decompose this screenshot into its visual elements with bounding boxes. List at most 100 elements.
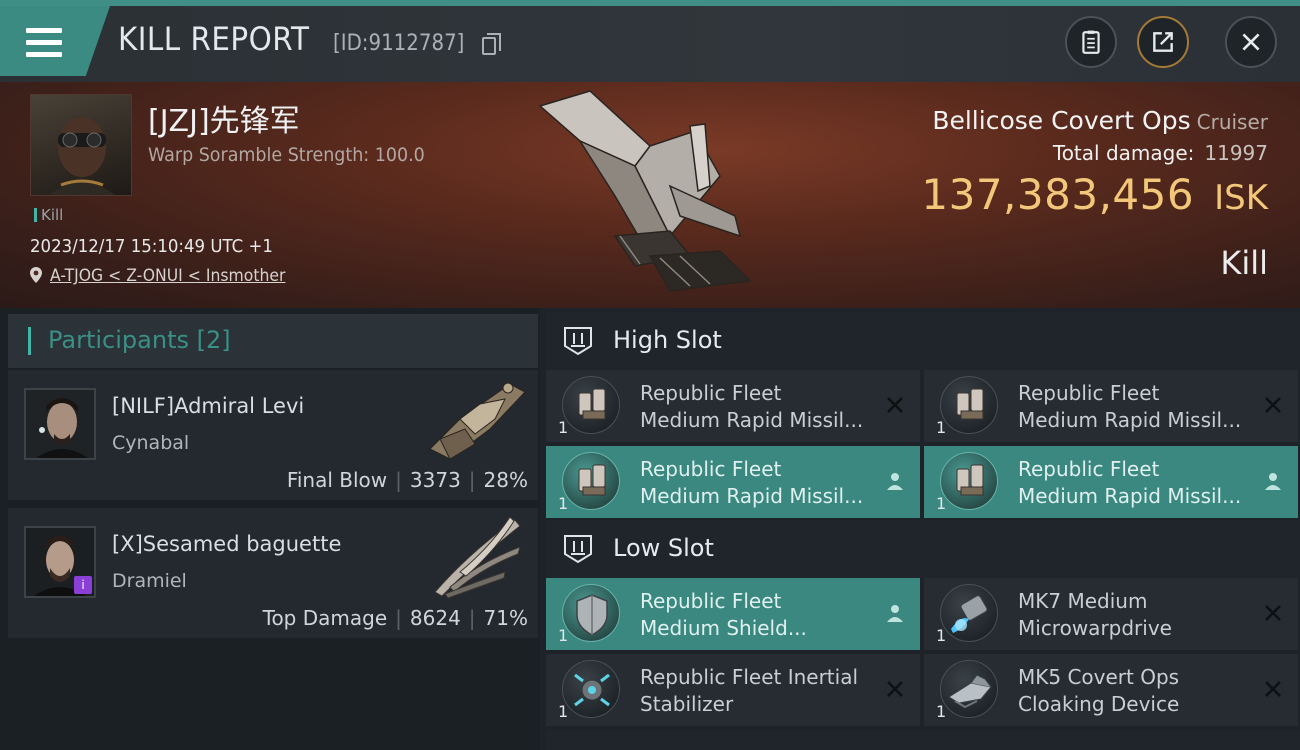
module-item[interactable]: 1 MK7 Medium Microwarpdrive xyxy=(924,578,1298,650)
participant-role: Final Blow xyxy=(286,468,388,492)
module-item[interactable]: 1 Republic Fleet Medium Shield... xyxy=(546,578,920,650)
share-button[interactable] xyxy=(1137,16,1189,68)
module-quantity: 1 xyxy=(558,418,569,437)
module-quantity: 1 xyxy=(936,702,947,721)
module-name-line2: Medium Rapid Missil... xyxy=(640,484,864,508)
low-slot-label: Low Slot xyxy=(613,534,714,562)
victim-name[interactable]: [JZJ]先锋军 xyxy=(148,96,300,140)
participant-stats: Top Damage | 8624 | 71% xyxy=(262,606,528,630)
participant-stats: Final Blow | 3373 | 28% xyxy=(286,468,528,492)
module-item[interactable]: 1 MK5 Covert Ops Cloaking Device xyxy=(924,654,1298,726)
isk-value: 137,383,456 ISK xyxy=(921,170,1268,219)
destroyed-icon xyxy=(887,397,903,413)
participants-header[interactable]: Participants [2] xyxy=(8,314,538,368)
module-name-line2: Medium Shield... xyxy=(640,616,807,640)
inertial-stabilizer-icon xyxy=(562,660,620,718)
low-slot-icon xyxy=(564,535,592,564)
page-title: KILL REPORT xyxy=(118,20,310,58)
next-slot-header-peek xyxy=(546,730,1300,750)
warp-scramble-strength: Warp Soramble Strength: 100.0 xyxy=(148,144,425,166)
clipboard-icon xyxy=(1082,30,1100,54)
participant-ship: Cynabal xyxy=(112,432,190,454)
module-name: Republic Fleet Medium Rapid Missil... xyxy=(640,456,870,510)
module-item[interactable]: 1 Republic Fleet Medium Rapid Missil... xyxy=(546,370,920,442)
total-damage: Total damage: 11997 xyxy=(1053,141,1268,165)
dropped-person-icon xyxy=(887,473,903,490)
dropped-person-icon xyxy=(1265,473,1281,490)
high-slot-label: High Slot xyxy=(613,326,722,354)
missile-launcher-icon xyxy=(562,452,620,510)
close-icon xyxy=(1242,33,1260,51)
participant-percent: 28% xyxy=(483,468,528,492)
share-icon xyxy=(1153,32,1173,52)
participant-avatar[interactable]: i xyxy=(24,526,96,598)
kill-timestamp: 2023/12/17 15:10:49 UTC +1 xyxy=(30,236,273,257)
victim-ship-icon xyxy=(538,90,752,292)
destroyed-icon xyxy=(1265,397,1281,413)
module-quantity: 1 xyxy=(936,418,947,437)
module-name-line2: Medium Rapid Missil... xyxy=(1018,408,1242,432)
close-button[interactable] xyxy=(1225,16,1277,68)
participant-percent: 71% xyxy=(483,606,528,630)
module-quantity: 1 xyxy=(558,702,569,721)
module-name-line1: Republic Fleet xyxy=(640,381,782,405)
victim-ship-name[interactable]: Bellicose Covert Ops Cruiser xyxy=(932,106,1268,135)
kill-tag: Kill xyxy=(34,206,63,224)
module-name: Republic Fleet Medium Rapid Missil... xyxy=(640,380,870,434)
module-name-line1: Republic Fleet xyxy=(640,457,782,481)
location-text: A-TJOG < Z-ONUI < Insmother xyxy=(50,266,286,286)
module-name: Republic Fleet Medium Shield... xyxy=(640,588,870,642)
participant-ship: Dramiel xyxy=(112,570,187,592)
participant-damage: 3373 xyxy=(409,468,461,492)
module-quantity: 1 xyxy=(558,626,569,645)
participants-label: Participants [2] xyxy=(48,326,231,354)
module-name-line1: Republic Fleet xyxy=(640,589,782,613)
module-item[interactable]: 1 Republic Fleet Inertial Stabilizer xyxy=(546,654,920,726)
module-item[interactable]: 1 Republic Fleet Medium Rapid Missil... xyxy=(924,446,1298,518)
pilot-portrait-icon xyxy=(49,117,115,195)
module-quantity: 1 xyxy=(936,494,947,513)
pilot-portrait-icon xyxy=(26,390,94,458)
ship-class-text: Cruiser xyxy=(1196,110,1268,134)
high-slot-header: High Slot xyxy=(546,312,1300,370)
participant-ship-icon xyxy=(429,382,526,460)
module-name-line1: Republic Fleet Inertial xyxy=(640,665,859,689)
module-name: MK7 Medium Microwarpdrive xyxy=(1018,588,1248,642)
module-quantity: 1 xyxy=(558,494,569,513)
module-name-line2: Stabilizer xyxy=(640,692,734,716)
module-item[interactable]: 1 Republic Fleet Medium Rapid Missil... xyxy=(924,370,1298,442)
destroyed-icon xyxy=(887,681,903,697)
copy-icon[interactable] xyxy=(482,33,501,55)
high-slot-icon xyxy=(564,327,592,356)
kill-tag-label: Kill xyxy=(41,206,64,224)
module-name-line2: Cloaking Device xyxy=(1018,692,1180,716)
shield-module-icon xyxy=(562,584,620,642)
hamburger-menu-icon xyxy=(26,28,62,58)
module-name-line1: Republic Fleet xyxy=(1018,381,1160,405)
participant-avatar[interactable] xyxy=(24,388,96,460)
dropped-person-icon xyxy=(887,605,903,622)
module-item[interactable]: 1 Republic Fleet Medium Rapid Missil... xyxy=(546,446,920,518)
module-name-line1: MK5 Covert Ops xyxy=(1018,665,1180,689)
low-slot-header: Low Slot xyxy=(546,520,1300,578)
participant-row[interactable]: [NILF]Admiral Levi Cynabal Final Blow | 33… xyxy=(8,370,538,502)
info-badge-icon: i xyxy=(74,576,92,594)
clipboard-button[interactable] xyxy=(1065,16,1117,68)
victim-avatar[interactable] xyxy=(30,94,132,196)
participant-name[interactable]: [X]Sesamed baguette xyxy=(112,532,341,556)
destroyed-icon xyxy=(1265,681,1281,697)
module-name: Republic Fleet Medium Rapid Missil... xyxy=(1018,380,1248,434)
isk-currency: ISK xyxy=(1214,178,1268,218)
module-name-line2: Medium Rapid Missil... xyxy=(1018,484,1242,508)
participant-role: Top Damage xyxy=(262,606,388,630)
module-name: Republic Fleet Medium Rapid Missil... xyxy=(1018,456,1248,510)
participant-ship-icon xyxy=(434,516,521,599)
report-id: [ID:9112787] xyxy=(333,31,465,56)
participant-damage: 8624 xyxy=(409,606,461,630)
participant-name[interactable]: [NILF]Admiral Levi xyxy=(112,394,304,418)
missile-launcher-icon xyxy=(562,376,620,434)
kill-location-link[interactable]: A-TJOG < Z-ONUI < Insmother xyxy=(30,266,306,286)
participant-row[interactable]: i [X]Sesamed baguette Dramiel Top Damage… xyxy=(8,508,538,640)
missile-launcher-icon xyxy=(940,376,998,434)
module-name: Republic Fleet Inertial Stabilizer xyxy=(640,664,870,718)
